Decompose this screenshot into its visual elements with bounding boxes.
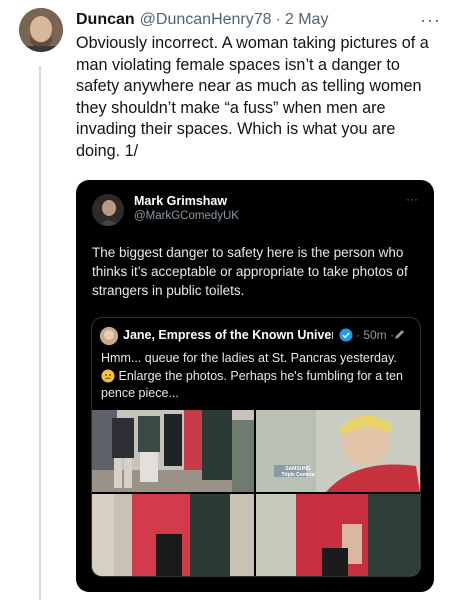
photo-person-closeup-image <box>256 410 420 492</box>
photo-red-coat[interactable] <box>92 494 254 576</box>
thread-line <box>39 66 41 600</box>
quoted-post-text-line-2: Enlarge the photos. Perhaps he's fumblin… <box>101 368 403 401</box>
photo-queue-image <box>92 410 254 492</box>
author-handle[interactable]: @DuncanHenry78 <box>140 11 272 29</box>
quoted-avatar-image <box>100 327 118 345</box>
photo-red-coat-bag[interactable] <box>256 494 420 576</box>
separator-dot: · <box>275 11 281 28</box>
embedded-screenshot[interactable]: Mark Grimshaw @MarkGComedyUK ··· The big… <box>76 180 434 592</box>
post-date[interactable]: 2 May <box>285 11 329 29</box>
avatar-image <box>19 8 63 52</box>
quoted-avatar <box>100 327 118 345</box>
edit-icon <box>395 330 404 339</box>
quoted-post-time: · 50m · <box>356 328 395 342</box>
photo-queue[interactable] <box>92 410 254 492</box>
embedded-author-handle: @MarkGComedyUK <box>134 210 239 222</box>
photo-person-closeup[interactable]: SAMSUNG Triple Camera <box>256 410 420 492</box>
post-text: Obviously incorrect. A woman taking pict… <box>76 34 429 160</box>
more-options-icon[interactable]: ··· <box>420 10 441 31</box>
photo-overlay-text: SAMSUNG Triple Camera <box>281 466 315 478</box>
embedded-author-name: Mark Grimshaw <box>134 194 228 208</box>
quoted-author-name: Jane, Empress of the Known Univers... <box>123 328 333 342</box>
photo-red-coat-image <box>92 494 254 576</box>
mark-avatar <box>92 194 124 226</box>
embedded-post-text: The biggest danger to safety here is the… <box>92 245 408 299</box>
verified-icon <box>339 328 353 342</box>
embedded-more-icon: ··· <box>406 192 418 206</box>
author-name[interactable]: Duncan <box>76 11 135 29</box>
post-header: Duncan @DuncanHenry78 · 2 May ··· <box>76 9 441 31</box>
mark-avatar-image <box>92 194 124 226</box>
quoted-post-text-line-1: Hmm... queue for the ladies at St. Pancr… <box>101 351 397 365</box>
avatar[interactable] <box>19 8 63 52</box>
photo-grid: SAMSUNG Triple Camera <box>92 410 420 576</box>
photo-red-coat-bag-image <box>256 494 420 576</box>
quoted-post: Jane, Empress of the Known Univers... · … <box>91 317 421 577</box>
thinking-emoji-icon <box>101 369 115 383</box>
quoted-post-text: Hmm... queue for the ladies at St. Pancr… <box>101 350 413 403</box>
